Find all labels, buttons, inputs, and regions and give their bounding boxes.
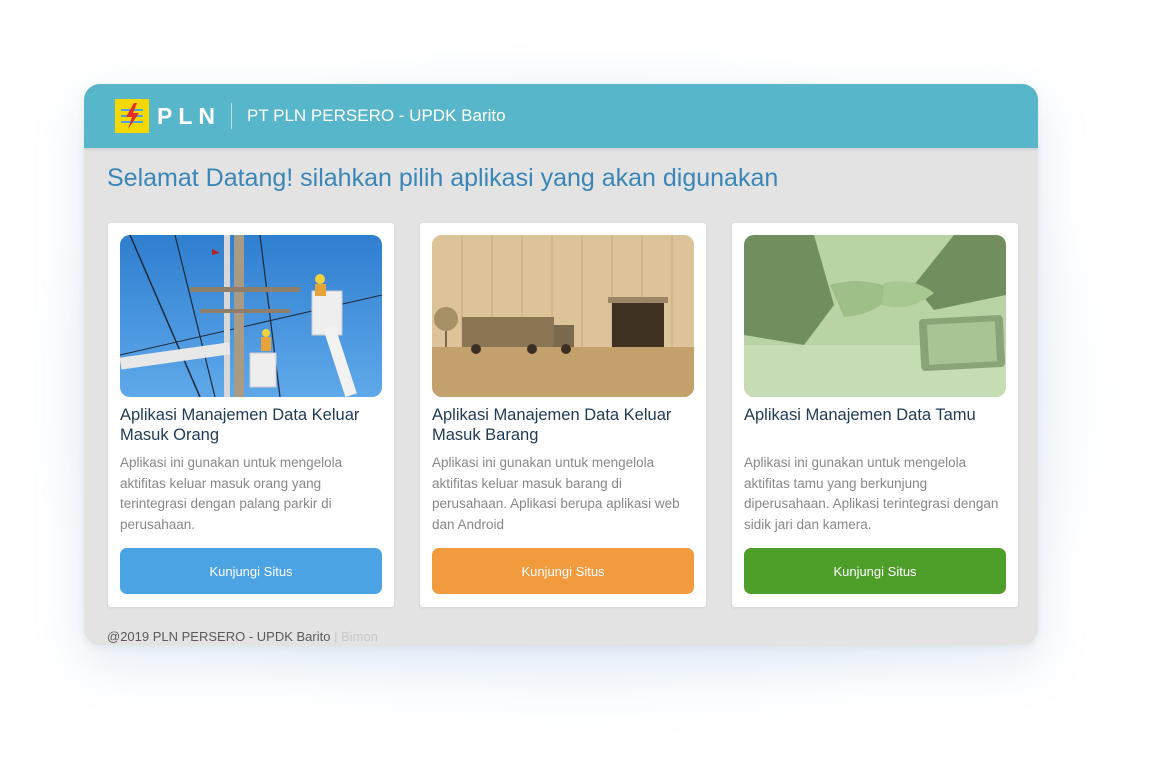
card-title: Aplikasi Manajemen Data Keluar Masuk Ora…	[120, 406, 360, 444]
app-window: PLN PT PLN PERSERO - UPDK Barito Selamat…	[84, 84, 1038, 645]
card-title: Aplikasi Manajemen Data Keluar Masuk Bar…	[432, 406, 672, 444]
card-title: Aplikasi Manajemen Data Tamu	[744, 406, 976, 424]
handshake-image	[744, 235, 1006, 397]
pln-logo-icon	[115, 99, 149, 133]
app-card-tamu: Aplikasi Manajemen Data Tamu Aplikasi in…	[732, 223, 1018, 607]
visit-site-button[interactable]: Kunjungi Situs	[744, 548, 1006, 594]
linemen-image	[120, 235, 382, 397]
card-description: Aplikasi ini gunakan untuk mengelola akt…	[744, 455, 999, 532]
visit-site-button[interactable]: Kunjungi Situs	[120, 548, 382, 594]
footer-copyright: @2019 PLN PERSERO - UPDK Barito	[107, 629, 331, 644]
card-description: Aplikasi ini gunakan untuk mengelola akt…	[120, 455, 343, 532]
warehouse-image	[432, 235, 694, 397]
footer: @2019 PLN PERSERO - UPDK Barito | Bimon	[107, 629, 378, 644]
header-divider	[231, 103, 232, 129]
visit-site-button[interactable]: Kunjungi Situs	[432, 548, 694, 594]
app-card-barang: Aplikasi Manajemen Data Keluar Masuk Bar…	[420, 223, 706, 607]
welcome-heading: Selamat Datang! silahkan pilih aplikasi …	[107, 164, 779, 192]
header-bar: PLN PT PLN PERSERO - UPDK Barito	[84, 84, 1038, 148]
org-title: PT PLN PERSERO - UPDK Barito	[247, 106, 506, 125]
logo-text: PLN	[157, 102, 221, 129]
footer-credit: | Bimon	[334, 629, 378, 644]
app-card-orang: Aplikasi Manajemen Data Keluar Masuk Ora…	[108, 223, 394, 607]
card-description: Aplikasi ini gunakan untuk mengelola akt…	[432, 455, 680, 532]
